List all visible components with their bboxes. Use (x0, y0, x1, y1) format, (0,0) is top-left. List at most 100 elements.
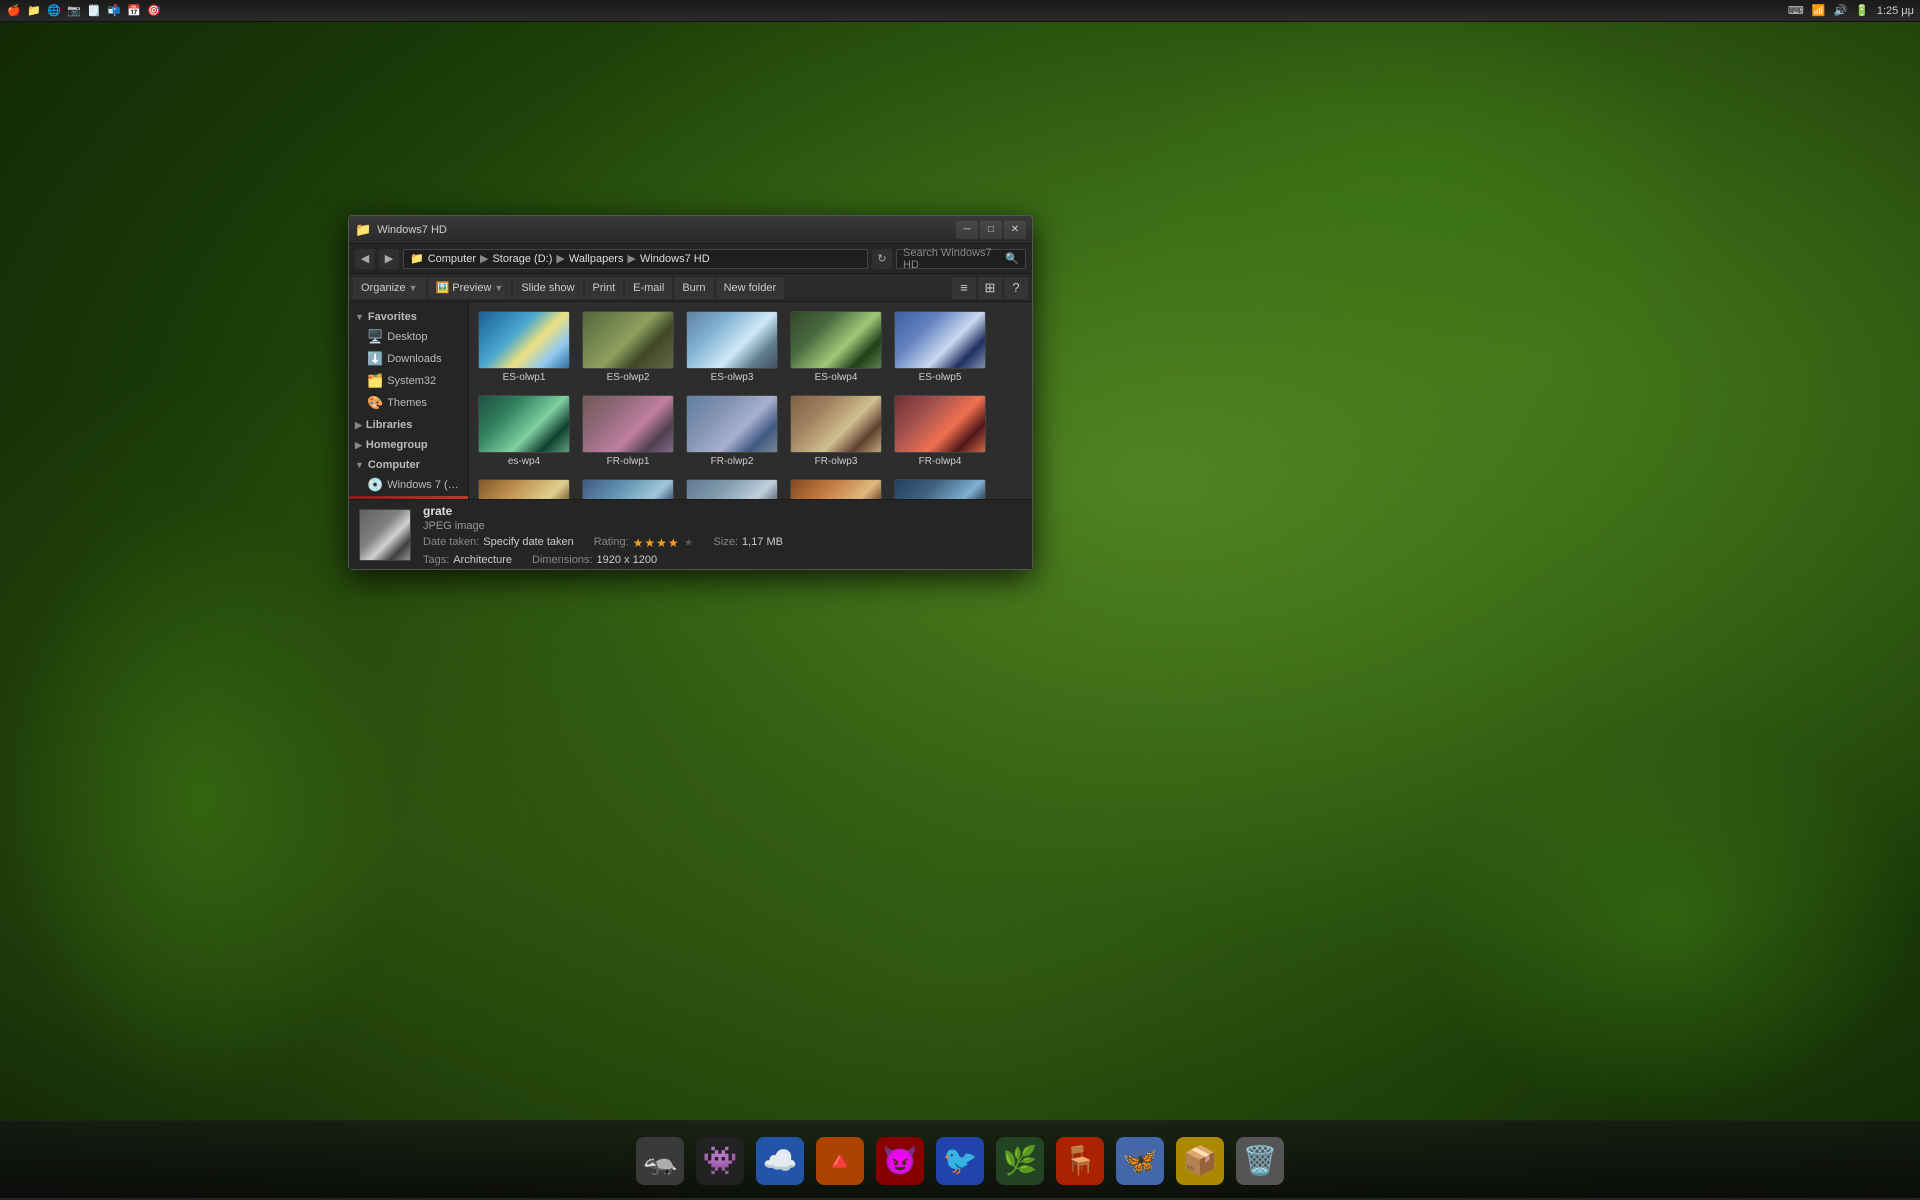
close-button[interactable]: ✕ (1004, 221, 1026, 239)
sidebar-item-desktop[interactable]: 🖥️ Desktop (349, 326, 468, 348)
list-view-button[interactable]: ≡ (952, 277, 976, 299)
size-label: Size: (714, 536, 738, 550)
maximize-button[interactable]: □ (980, 221, 1002, 239)
burn-label: Burn (682, 282, 705, 294)
dock-item-package[interactable]: 📦 (1174, 1135, 1226, 1187)
file-thumb-es-wp4[interactable]: es-wp4 (475, 392, 573, 470)
dock-item-devil[interactable]: 😈 (874, 1135, 926, 1187)
refresh-button[interactable]: ↻ (872, 249, 892, 269)
calendar-icon[interactable]: 📅 (126, 3, 142, 19)
file-thumb-FR-olwp1[interactable]: FR-olwp1 (579, 392, 677, 470)
preview-button[interactable]: 🖼️ Preview ▼ (428, 277, 512, 299)
file-thumb-fr-wp1[interactable]: fr-wp1 (683, 476, 781, 499)
volume-icon: 🔊 (1833, 4, 1847, 17)
search-box[interactable]: Search Windows7 HD 🔍 (896, 249, 1026, 269)
title-bar: 📁 Windows7 HD ─ □ ✕ (349, 216, 1032, 244)
new-folder-button[interactable]: New folder (716, 277, 785, 299)
file-thumb-ES-olwp3[interactable]: ES-olwp3 (683, 308, 781, 386)
forward-button[interactable]: ▶ (379, 249, 399, 269)
thumb-label-ES-olwp4: ES-olwp4 (790, 372, 882, 383)
finder-icon[interactable]: 📁 (26, 3, 42, 19)
mail-icon[interactable]: 📬 (106, 3, 122, 19)
path-folder-icon: 📁 (410, 252, 424, 265)
sidebar-section-homegroup: ▶ Homegroup (349, 436, 468, 454)
file-thumb-FR-olwp4[interactable]: FR-olwp4 (891, 392, 989, 470)
file-thumb-ES-olwp1[interactable]: ES-olwp1 (475, 308, 573, 386)
turtle-icon: 🌿 (996, 1137, 1044, 1185)
sidebar-item-system32[interactable]: 🗂️ System32 (349, 370, 468, 392)
size-value: 1,17 MB (742, 536, 783, 550)
print-button[interactable]: Print (585, 277, 624, 299)
dock-item-turtle[interactable]: 🌿 (994, 1135, 1046, 1187)
dock-item-trash[interactable]: 🗑️ (1234, 1135, 1286, 1187)
sidebar-item-downloads[interactable]: ⬇️ Downloads (349, 348, 468, 370)
clock: 1:25 μμ (1877, 5, 1914, 17)
sidebar-section-favorites: ▼ Favorites 🖥️ Desktop ⬇️ Downloads 🗂️ S… (349, 308, 468, 414)
file-thumb-FR-olwp6[interactable]: FR-olwp6 (579, 476, 677, 499)
app7-icon[interactable]: 🎯 (146, 3, 162, 19)
print-label: Print (593, 282, 616, 294)
slideshow-label: Slide show (521, 282, 574, 294)
dock-item-badger[interactable]: 🦡 (634, 1135, 686, 1187)
thumb-image-FR-olwp5 (478, 479, 570, 499)
tags-label: Tags: (423, 554, 449, 566)
stars: ★★★★ (633, 536, 680, 550)
thumb-image-FR-olwp4 (894, 395, 986, 453)
dock-item-bird[interactable]: 🐦 (934, 1135, 986, 1187)
dock-item-monster[interactable]: 👾 (694, 1135, 746, 1187)
libraries-header[interactable]: ▶ Libraries (349, 416, 468, 434)
back-button[interactable]: ◀ (355, 249, 375, 269)
camera-icon[interactable]: 📷 (66, 3, 82, 19)
file-thumb-FR-olwp3[interactable]: FR-olwp3 (787, 392, 885, 470)
preview-icon: 🖼️ (436, 281, 450, 294)
status-meta: Date taken: Specify date taken Rating: ★… (423, 536, 1022, 550)
file-thumb-fr-wp2[interactable]: fr-wp2 (787, 476, 885, 499)
thumb-image-ES-olwp3 (686, 311, 778, 369)
apple-icon[interactable]: 🍎 (6, 3, 22, 19)
email-button[interactable]: E-mail (625, 277, 672, 299)
file-thumb-ES-olwp2[interactable]: ES-olwp2 (579, 308, 677, 386)
file-thumb-FR-olwp2[interactable]: FR-olwp2 (683, 392, 781, 470)
status-dimensions: Dimensions: 1920 x 1200 (532, 554, 657, 566)
address-bar: ◀ ▶ 📁 Computer ▶ Storage (D:) ▶ Wallpape… (349, 244, 1032, 274)
libraries-arrow-icon: ▶ (355, 420, 362, 431)
taskbar-right: ⌨ 📶 🔊 🔋 1:25 μμ (1788, 4, 1914, 17)
organize-button[interactable]: Organize ▼ (353, 277, 426, 299)
computer-header[interactable]: ▼ Computer (349, 456, 468, 474)
path-wallpapers: Wallpapers (569, 253, 624, 265)
sidebar: ▼ Favorites 🖥️ Desktop ⬇️ Downloads 🗂️ S… (349, 302, 469, 499)
homegroup-header[interactable]: ▶ Homegroup (349, 436, 468, 454)
thumb-image-FR-olwp6 (582, 479, 674, 499)
status-rating[interactable]: Rating: ★★★★★ (594, 536, 694, 550)
grid-view-button[interactable]: ⊞ (978, 277, 1002, 299)
c-drive-icon: 💿 (367, 477, 383, 493)
trash-icon: 🗑️ (1236, 1137, 1284, 1185)
dock-item-chair[interactable]: 🪑 (1054, 1135, 1106, 1187)
file-thumb-ES-olwp4[interactable]: ES-olwp4 (787, 308, 885, 386)
notes-icon[interactable]: 🗒️ (86, 3, 102, 19)
file-thumb-FR-olwp5[interactable]: FR-olwp5 (475, 476, 573, 499)
favorites-header[interactable]: ▼ Favorites (349, 308, 468, 326)
c-drive-label: Windows 7 (C:) (387, 479, 462, 491)
dock-item-butterfly[interactable]: 🦋 (1114, 1135, 1166, 1187)
status-meta-2: Tags: Architecture Dimensions: 1920 x 12… (423, 554, 1022, 566)
browser-icon[interactable]: 🌐 (46, 3, 62, 19)
thumb-label-es-wp4: es-wp4 (478, 456, 570, 467)
arrow-icon: 🔺 (816, 1137, 864, 1185)
slideshow-button[interactable]: Slide show (513, 277, 582, 299)
burn-button[interactable]: Burn (674, 277, 713, 299)
address-path[interactable]: 📁 Computer ▶ Storage (D:) ▶ Wallpapers ▶… (403, 249, 868, 269)
file-thumb-fr-wp3[interactable]: fr-wp3 (891, 476, 989, 499)
minimize-button[interactable]: ─ (956, 221, 978, 239)
dimensions-label: Dimensions: (532, 554, 593, 566)
help-button[interactable]: ? (1004, 277, 1028, 299)
thumb-image-FR-olwp2 (686, 395, 778, 453)
dock-item-cloud[interactable]: ☁️ (754, 1135, 806, 1187)
sidebar-item-themes[interactable]: 🎨 Themes (349, 392, 468, 414)
dock-item-arrow[interactable]: 🔺 (814, 1135, 866, 1187)
thumb-label-ES-olwp1: ES-olwp1 (478, 372, 570, 383)
sidebar-item-windows-c[interactable]: 💿 Windows 7 (C:) (349, 474, 468, 496)
libraries-label: Libraries (366, 419, 412, 431)
file-thumb-ES-olwp5[interactable]: ES-olwp5 (891, 308, 989, 386)
new-folder-label: New folder (724, 282, 777, 294)
